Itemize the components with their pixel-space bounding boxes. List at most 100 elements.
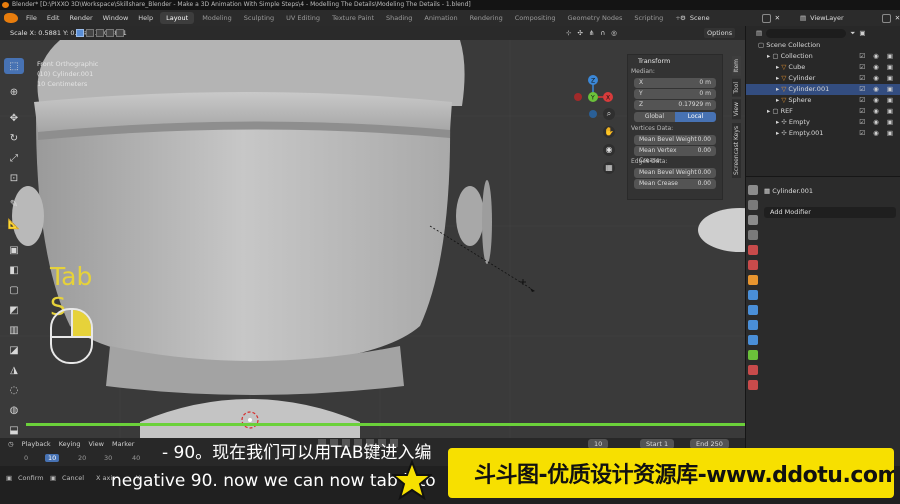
scene-tab-icon[interactable] [748,245,758,255]
tab-texture-paint[interactable]: Texture Paint [326,10,380,26]
tab-screencast-keys[interactable]: Screencast Keys [732,122,741,178]
mode-new-icon[interactable] [76,29,84,37]
new-scene-icon[interactable] [761,13,771,23]
pivot-icon[interactable]: ✣ [577,26,582,40]
tab-animation[interactable]: Animation [418,10,463,26]
outliner-row-cylinder[interactable]: ▸ ▽ Cylinder ☑ ◉ ▣ [746,73,900,84]
select-box-tool-icon[interactable]: ⬚ [4,58,24,74]
outliner-row-collection[interactable]: ▸ ▢ Collection ☑ ◉ ▣ [746,51,900,62]
tab-tool[interactable]: Tool [732,78,741,97]
transform-panel-header[interactable]: Transform [628,55,722,67]
menu-window[interactable]: Window [98,10,134,26]
edge-slide-tool-icon[interactable]: ⬓ [4,422,24,438]
menu-view[interactable]: View [89,440,104,448]
mode-invert-icon[interactable] [106,29,114,37]
grid-ortho-icon[interactable]: ▦ [603,162,615,174]
zoom-icon[interactable]: ⌕ [603,108,615,120]
visibility-toggle-icons[interactable]: ☑ ◉ ▣ [859,128,896,139]
scale-tool-icon[interactable]: ⤢ [4,150,24,166]
visibility-toggle-icons[interactable]: ☑ ◉ ▣ [859,51,896,62]
add-cube-tool-icon[interactable]: ▣ [4,242,24,258]
outliner-display-icon[interactable]: ▤ [756,29,762,37]
magnet-icon[interactable]: ∩ [600,26,605,40]
median-y-field[interactable]: Y0 m [634,89,716,99]
texture-tab-icon[interactable] [748,380,758,390]
annotate-tool-icon[interactable]: ✎ [4,196,24,212]
menu-marker[interactable]: Marker [112,440,134,448]
inset-tool-icon[interactable]: ▢ [4,282,24,298]
visibility-toggle-icons[interactable]: ☑ ◉ ▣ [859,117,896,128]
menu-file[interactable]: File [21,10,42,26]
tab-layout[interactable]: Layout [160,12,195,24]
outliner-row-ref[interactable]: ▸ ▢ REF ☑ ◉ ▣ [746,106,900,117]
transform-tool-icon[interactable]: ⊡ [4,170,24,186]
visibility-toggle-icons[interactable]: ☑ ◉ ▣ [859,62,896,73]
spin-tool-icon[interactable]: ◌ [4,382,24,398]
proportional-icon[interactable]: ◎ [611,26,617,40]
poly-build-tool-icon[interactable]: ◮ [4,362,24,378]
median-z-field[interactable]: Z 0.17929 m [634,100,716,110]
visibility-toggle-icons[interactable]: ☑ ◉ ▣ [859,106,896,117]
tool-tab-icon[interactable] [748,185,758,195]
camera-icon[interactable]: ◉ [603,144,615,156]
modifier-tab-icon[interactable] [748,290,758,300]
smooth-tool-icon[interactable]: ◍ [4,402,24,418]
visibility-toggle-icons[interactable]: ☑ ◉ ▣ [859,73,896,84]
menu-help[interactable]: Help [133,10,158,26]
visibility-toggle-icons[interactable]: ☑ ◉ ▣ [859,84,896,95]
material-tab-icon[interactable] [748,365,758,375]
mean-crease-field[interactable]: Mean Crease 0.00 [634,179,716,189]
close-icon[interactable]: ✕ [775,14,780,22]
outliner-row-empty[interactable]: ▸ ✣ Empty ☑ ◉ ▣ [746,117,900,128]
tab-sculpting[interactable]: Sculpting [238,10,280,26]
move-tool-icon[interactable]: ✥ [4,110,24,126]
rotate-tool-icon[interactable]: ↻ [4,130,24,146]
3d-viewport[interactable]: Scale X: 0.5881 Y: 0.5881 Z: 0.5881 ⊹ ✣ … [0,26,745,438]
render-tab-icon[interactable] [748,200,758,210]
scene-selector[interactable]: ⚙ Scene ✕ [680,10,780,26]
outliner-row-sphere[interactable]: ▸ ▽ Sphere ☑ ◉ ▣ [746,95,900,106]
space-toggle[interactable]: Global Local [634,112,716,122]
ruler-current-frame[interactable]: 10 [45,454,60,462]
pan-hand-icon[interactable]: ✋ [603,126,615,138]
bevel-tool-icon[interactable]: ◩ [4,302,24,318]
extrude-tool-icon[interactable]: ◧ [4,262,24,278]
physics-tab-icon[interactable] [748,320,758,330]
menu-edit[interactable]: Edit [42,10,65,26]
orientation-icon[interactable]: ⊹ [566,26,571,40]
global-button[interactable]: Global [634,112,675,122]
knife-tool-icon[interactable]: ◪ [4,342,24,358]
tab-modeling[interactable]: Modeling [196,10,238,26]
outliner-row-empty-001[interactable]: ▸ ✣ Empty.001 ☑ ◉ ▣ [746,128,900,139]
outliner-search-input[interactable] [766,28,847,38]
tab-view[interactable]: View [732,99,741,120]
mean-bevel-weight-vertex-field[interactable]: Mean Bevel Weight 0.00 [634,135,716,145]
menu-render[interactable]: Render [64,10,97,26]
cursor-tool-icon[interactable]: ⊕ [4,84,24,100]
outliner-row-cube[interactable]: ▸ ▽ Cube ☑ ◉ ▣ [746,62,900,73]
view-layer-selector[interactable]: ▤ ViewLayer ✕ [800,10,900,26]
world-tab-icon[interactable] [748,260,758,270]
snap-icon[interactable]: ⋔ [589,26,594,40]
mode-extend-icon[interactable] [86,29,94,37]
timeline-editor-icon[interactable]: ◷ [8,440,14,448]
tab-rendering[interactable]: Rendering [464,10,509,26]
selection-mode-buttons[interactable] [76,29,124,37]
new-collection-icon[interactable]: ▣ [859,29,865,37]
gizmo-neg-x-axis[interactable] [574,93,582,101]
output-tab-icon[interactable] [748,215,758,225]
tab-item[interactable]: Item [732,56,741,76]
menu-playback[interactable]: Playback [22,440,51,448]
visibility-toggle-icons[interactable]: ☑ ◉ ▣ [859,95,896,106]
tab-geometry-nodes[interactable]: Geometry Nodes [562,10,629,26]
filter-icon[interactable]: ⏷ [850,29,855,38]
gizmo-neg-z-axis[interactable] [589,110,597,118]
mean-bevel-weight-edge-field[interactable]: Mean Bevel Weight 0.00 [634,168,716,178]
view-layer-tab-icon[interactable] [748,230,758,240]
close-icon[interactable]: ✕ [895,14,900,22]
blender-menu-icon[interactable] [4,13,18,23]
tab-shading[interactable]: Shading [380,10,418,26]
particles-tab-icon[interactable] [748,305,758,315]
measure-tool-icon[interactable]: 📐 [4,216,24,232]
tab-compositing[interactable]: Compositing [509,10,562,26]
